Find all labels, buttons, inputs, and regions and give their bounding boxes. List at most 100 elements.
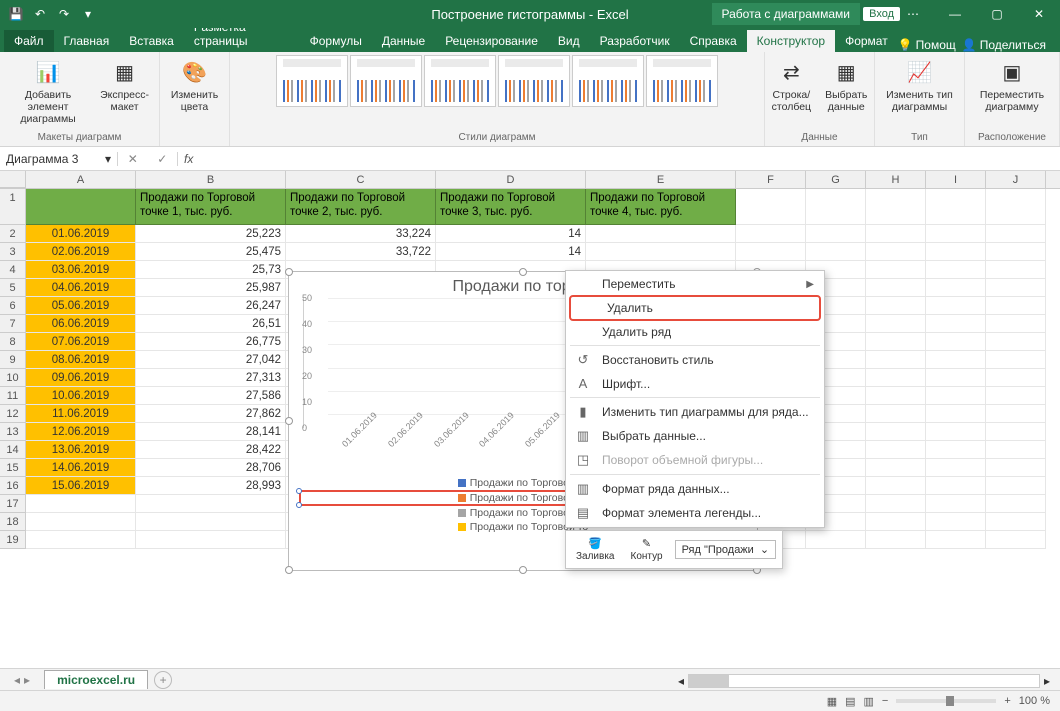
ctx-item[interactable]: AШрифт... bbox=[566, 372, 824, 395]
style-thumb-1[interactable] bbox=[276, 55, 348, 107]
redo-icon[interactable]: ↷ bbox=[56, 6, 72, 22]
cell[interactable]: 02.06.2019 bbox=[26, 243, 136, 261]
cell[interactable] bbox=[926, 243, 986, 261]
cell[interactable] bbox=[926, 441, 986, 459]
cell[interactable]: 15.06.2019 bbox=[26, 477, 136, 495]
tab-chartdesign[interactable]: Конструктор bbox=[747, 30, 835, 52]
cell[interactable] bbox=[926, 261, 986, 279]
ctx-item[interactable]: Удалить bbox=[569, 295, 821, 321]
cell[interactable] bbox=[26, 495, 136, 513]
quick-layout-button[interactable]: ▦ Экспресс-макет bbox=[96, 55, 153, 115]
cell[interactable]: 27,586 bbox=[136, 387, 286, 405]
zoom-in-icon[interactable]: + bbox=[1004, 695, 1010, 707]
cell[interactable] bbox=[926, 333, 986, 351]
change-colors-button[interactable]: 🎨 Изменить цвета bbox=[166, 55, 223, 115]
cell[interactable]: Продажи по Торговой точке 4, тыс. руб. bbox=[586, 189, 736, 225]
cell[interactable] bbox=[926, 423, 986, 441]
cell[interactable]: 12.06.2019 bbox=[26, 423, 136, 441]
cell[interactable]: 28,422 bbox=[136, 441, 286, 459]
share-button[interactable]: 👤 Поделиться bbox=[962, 38, 1046, 52]
cell[interactable] bbox=[866, 243, 926, 261]
cell[interactable] bbox=[866, 459, 926, 477]
cell[interactable] bbox=[986, 225, 1046, 243]
worksheet-grid[interactable]: ABCDEFGHIJ 1Продажи по Торговой точке 1,… bbox=[0, 171, 1060, 641]
cell[interactable] bbox=[926, 225, 986, 243]
cell[interactable] bbox=[926, 351, 986, 369]
minimize-icon[interactable]: — bbox=[934, 0, 976, 28]
fx-icon[interactable]: fx bbox=[178, 152, 199, 166]
cell[interactable]: 07.06.2019 bbox=[26, 333, 136, 351]
cell[interactable]: 28,141 bbox=[136, 423, 286, 441]
cell[interactable] bbox=[986, 189, 1046, 225]
cell[interactable]: 01.06.2019 bbox=[26, 225, 136, 243]
cell[interactable] bbox=[866, 351, 926, 369]
style-thumb-4[interactable] bbox=[498, 55, 570, 107]
undo-icon[interactable]: ↶ bbox=[32, 6, 48, 22]
name-box[interactable]: Диаграмма 3▾ bbox=[0, 152, 118, 166]
cell[interactable]: 25,223 bbox=[136, 225, 286, 243]
cell[interactable] bbox=[926, 477, 986, 495]
view-break-icon[interactable]: ▥ bbox=[864, 695, 874, 708]
chevron-down-icon[interactable]: ⌄ bbox=[760, 543, 769, 556]
move-chart-button[interactable]: ▣ Переместить диаграмму bbox=[971, 55, 1053, 115]
ctx-item[interactable]: ▥Формат ряда данных... bbox=[566, 477, 824, 501]
style-thumb-5[interactable] bbox=[572, 55, 644, 107]
cell[interactable] bbox=[136, 513, 286, 531]
cell[interactable] bbox=[866, 261, 926, 279]
cell[interactable]: 27,042 bbox=[136, 351, 286, 369]
select-all-corner[interactable] bbox=[0, 171, 26, 188]
cell[interactable] bbox=[866, 441, 926, 459]
cell[interactable] bbox=[866, 369, 926, 387]
cell[interactable] bbox=[986, 297, 1046, 315]
cell[interactable] bbox=[986, 261, 1046, 279]
cell[interactable]: 27,862 bbox=[136, 405, 286, 423]
ctx-item[interactable]: Переместить▶ bbox=[566, 273, 824, 295]
cell[interactable]: 04.06.2019 bbox=[26, 279, 136, 297]
cell[interactable] bbox=[866, 513, 926, 531]
col-header[interactable]: A bbox=[26, 171, 136, 188]
style-thumb-6[interactable] bbox=[646, 55, 718, 107]
cell[interactable] bbox=[866, 387, 926, 405]
tab-formulas[interactable]: Формулы bbox=[300, 30, 372, 52]
tab-insert[interactable]: Вставка bbox=[119, 30, 184, 52]
col-header[interactable]: E bbox=[586, 171, 736, 188]
cell[interactable] bbox=[986, 495, 1046, 513]
cell[interactable]: 25,73 bbox=[136, 261, 286, 279]
tab-developer[interactable]: Разработчик bbox=[590, 30, 680, 52]
cell[interactable] bbox=[986, 477, 1046, 495]
cell[interactable]: Продажи по Торговой точке 3, тыс. руб. bbox=[436, 189, 586, 225]
cell[interactable] bbox=[866, 297, 926, 315]
tab-home[interactable]: Главная bbox=[54, 30, 120, 52]
cell[interactable] bbox=[986, 279, 1046, 297]
cell[interactable] bbox=[926, 513, 986, 531]
cell[interactable]: 33,722 bbox=[286, 243, 436, 261]
cell[interactable] bbox=[926, 315, 986, 333]
cell[interactable] bbox=[986, 369, 1046, 387]
ctx-item[interactable]: ▤Формат элемента легенды... bbox=[566, 501, 824, 525]
cell[interactable] bbox=[586, 243, 736, 261]
cell[interactable] bbox=[986, 423, 1046, 441]
sheet-tab[interactable]: microexcel.ru bbox=[44, 670, 148, 689]
cell[interactable]: 11.06.2019 bbox=[26, 405, 136, 423]
cell[interactable] bbox=[26, 531, 136, 549]
tell-me[interactable]: 💡 Помощ bbox=[898, 38, 956, 52]
cell[interactable] bbox=[806, 189, 866, 225]
cell[interactable] bbox=[866, 405, 926, 423]
cell[interactable]: 26,247 bbox=[136, 297, 286, 315]
cell[interactable] bbox=[926, 459, 986, 477]
login-button[interactable]: Вход bbox=[863, 7, 900, 21]
add-chart-element-button[interactable]: 📊 Добавить элемент диаграммы bbox=[6, 55, 90, 127]
cell[interactable]: 33,224 bbox=[286, 225, 436, 243]
col-header[interactable]: D bbox=[436, 171, 586, 188]
chart-styles-gallery[interactable] bbox=[276, 55, 718, 130]
cell[interactable] bbox=[926, 279, 986, 297]
cell[interactable]: 26,51 bbox=[136, 315, 286, 333]
view-normal-icon[interactable]: ▦ bbox=[827, 695, 837, 708]
col-header[interactable]: H bbox=[866, 171, 926, 188]
cell[interactable] bbox=[986, 441, 1046, 459]
tab-view[interactable]: Вид bbox=[548, 30, 590, 52]
chevron-down-icon[interactable]: ▾ bbox=[105, 152, 111, 166]
cell[interactable]: 28,993 bbox=[136, 477, 286, 495]
cell[interactable]: 14.06.2019 bbox=[26, 459, 136, 477]
cell[interactable] bbox=[736, 243, 806, 261]
